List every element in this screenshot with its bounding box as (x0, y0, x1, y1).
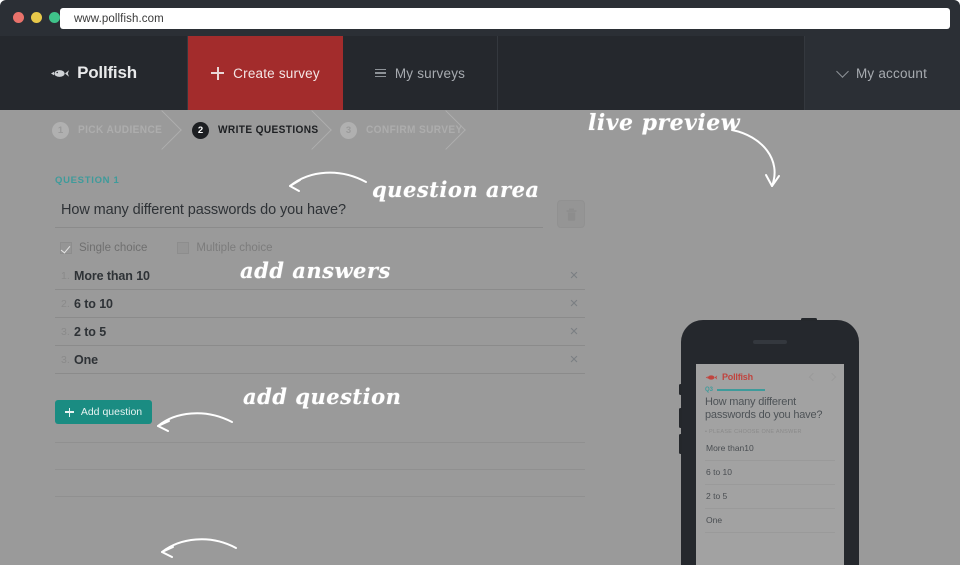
nav-spacer (498, 36, 805, 110)
answer-input[interactable]: One (74, 353, 563, 367)
multiple-choice-label: Multiple choice (196, 242, 273, 254)
preview-brand-name: Pollfish (722, 372, 753, 382)
annotation-add-answers: add answers (240, 258, 391, 283)
preview-answer-option[interactable]: 2 to 5 (705, 485, 835, 509)
preview-question-meta: Q3 (705, 387, 835, 393)
plus-icon (64, 407, 74, 417)
answer-input[interactable]: 2 to 5 (74, 325, 563, 339)
phone-screen: Pollfish Q3 How many different passwords… (696, 364, 844, 565)
window-controls (13, 12, 60, 23)
survey-preview-content: Pollfish Q3 How many different passwords… (696, 364, 844, 565)
delete-question-button[interactable] (557, 200, 585, 228)
phone-volume-down-button (679, 434, 682, 454)
phone-earpiece (753, 340, 787, 344)
chevron-down-icon (836, 64, 849, 78)
nav-my-surveys[interactable]: My surveys (343, 36, 498, 110)
top-navigation: Pollfish Create survey My surveys My acc… (0, 36, 960, 110)
preview-question-number: Q3 (705, 387, 714, 393)
annotation-question-area: question area (372, 177, 540, 202)
answer-number: 3. (61, 353, 70, 366)
phone-power-button (801, 318, 817, 321)
answer-input[interactable]: 6 to 10 (74, 297, 563, 311)
nav-my-account-label: My account (855, 65, 928, 81)
answer-row[interactable]: 3. One × (55, 346, 585, 374)
phone-preview: Pollfish Q3 How many different passwords… (679, 318, 859, 565)
preview-answer-option[interactable]: 6 to 10 (705, 461, 835, 485)
fish-icon (705, 374, 718, 380)
annotation-live-preview: live preview (588, 110, 741, 136)
add-question-button[interactable]: Add question (55, 400, 152, 424)
remove-answer-icon[interactable]: × (563, 268, 585, 283)
preview-question-text: How many different passwords do you have… (705, 396, 823, 422)
answer-number: 2. (61, 297, 70, 310)
chevron-left-icon[interactable] (808, 372, 818, 382)
remove-answer-icon[interactable]: × (563, 324, 585, 339)
fish-icon (51, 69, 70, 77)
preview-hint-text: • PLEASE CHOOSE ONE ANSWER (705, 428, 802, 435)
step-number: 1 (52, 121, 69, 139)
brand-name: Pollfish (77, 63, 137, 82)
minimize-window-button[interactable] (31, 12, 42, 23)
nav-create-survey[interactable]: Create survey (188, 36, 343, 110)
phone-volume-up-button (679, 408, 682, 428)
add-question-label: Add question (80, 406, 143, 418)
browser-title-bar: www.pollfish.com (0, 0, 960, 36)
checkbox-icon (60, 242, 72, 254)
nav-my-surveys-label: My surveys (394, 65, 466, 81)
step-number: 2 (192, 121, 209, 139)
close-window-button[interactable] (13, 12, 24, 23)
remove-answer-icon[interactable]: × (563, 296, 585, 311)
url-input[interactable]: www.pollfish.com (60, 8, 950, 29)
list-icon (374, 69, 386, 77)
preview-progress-bar (717, 389, 766, 391)
plus-icon (211, 66, 225, 80)
step-number: 3 (340, 121, 357, 139)
single-choice-option[interactable]: Single choice (60, 242, 147, 254)
preview-answer-option[interactable]: One (705, 509, 835, 533)
single-choice-label: Single choice (79, 242, 148, 254)
phone-silent-switch (679, 384, 682, 395)
nav-create-survey-label: Create survey (233, 65, 320, 81)
answer-number: 3. (61, 325, 70, 338)
app-window: www.pollfish.com Pollfish Create survey … (0, 0, 960, 565)
brand-logo[interactable]: Pollfish (0, 36, 188, 110)
trash-icon (566, 208, 576, 221)
chevron-right-icon[interactable] (827, 372, 837, 382)
remove-answer-icon[interactable]: × (563, 352, 585, 367)
question-input-row: How many different passwords do you have… (55, 198, 585, 228)
preview-answer-option[interactable]: More than10 (705, 437, 835, 461)
preview-answers-list: More than10 6 to 10 2 to 5 One (705, 437, 835, 533)
maximize-window-button[interactable] (49, 12, 60, 23)
ghost-next-question (55, 442, 585, 523)
preview-header: Pollfish (705, 372, 837, 382)
multiple-choice-option[interactable]: Multiple choice (177, 242, 272, 254)
checkbox-icon (177, 242, 190, 254)
answer-row[interactable]: 3. 2 to 5 × (55, 318, 585, 346)
preview-brand-logo: Pollfish (705, 372, 753, 382)
choice-type-row: Single choice Multiple choice (55, 242, 585, 254)
progress-steps: 1 PICK AUDIENCE 2 WRITE QUESTIONS 3 CONF… (0, 110, 960, 150)
answer-row[interactable]: 2. 6 to 10 × (55, 290, 585, 318)
question-input[interactable]: How many different passwords do you have… (55, 198, 543, 228)
annotation-add-question: add question (243, 384, 402, 409)
nav-my-account[interactable]: My account (805, 36, 960, 110)
answer-number: 1. (61, 269, 70, 282)
url-text: www.pollfish.com (74, 12, 164, 25)
preview-nav-arrows (808, 372, 837, 382)
main-content: QUESTION 1 How many different passwords … (0, 150, 960, 565)
